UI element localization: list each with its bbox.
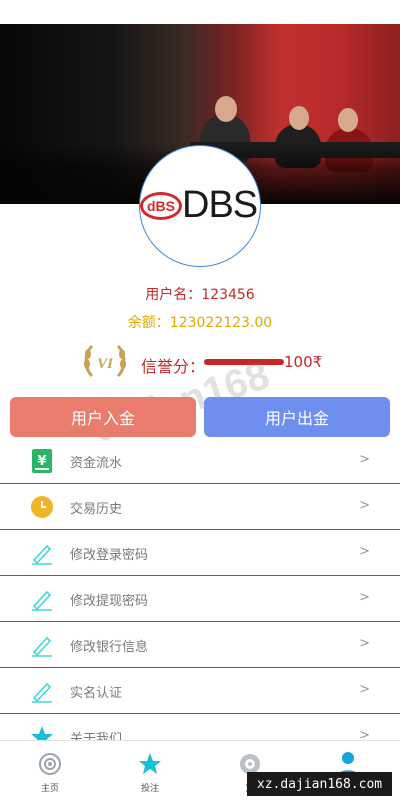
- chevron-right-icon: >: [359, 498, 370, 513]
- tab-home[interactable]: 主页: [20, 751, 80, 794]
- menu-item-label: 资金流水: [70, 456, 123, 471]
- withdraw-button[interactable]: 用户出金: [204, 397, 390, 437]
- account-menu: ¥ 资金流水 > 交易历史 > 修改登录密码 > 修改提现密码 > 修改银行信息…: [0, 438, 400, 760]
- chevron-right-icon: >: [359, 636, 370, 651]
- menu-item-change-login-password[interactable]: 修改登录密码 >: [0, 530, 400, 576]
- tab-label: 主页: [40, 784, 59, 794]
- home-icon: [37, 751, 63, 777]
- menu-item-label: 修改银行信息: [70, 640, 149, 655]
- menu-item-change-withdraw-password[interactable]: 修改提现密码 >: [0, 576, 400, 622]
- banner-person-head: [215, 96, 237, 122]
- site-watermark-badge: xz.dajian168.com: [247, 772, 392, 796]
- tab-label: 投注: [140, 784, 159, 794]
- svg-text:¥: ¥: [37, 454, 46, 469]
- pencil-icon: [30, 633, 54, 657]
- menu-item-real-name-verification[interactable]: 实名认证 >: [0, 668, 400, 714]
- deposit-button[interactable]: 用户入金: [10, 397, 196, 437]
- menu-item-label: 修改提现密码: [70, 594, 149, 609]
- chevron-right-icon: >: [359, 452, 370, 467]
- clock-icon: [30, 495, 54, 519]
- logo-mark: dBS: [140, 192, 182, 220]
- balance-text: 余额：123022123.00: [127, 315, 273, 331]
- brand-logo: dBS DBS: [139, 145, 261, 267]
- pencil-icon: [30, 541, 54, 565]
- chevron-right-icon: >: [359, 590, 370, 605]
- logo-text: DBS: [182, 184, 258, 226]
- menu-item-fund-flow[interactable]: ¥ 资金流水 >: [0, 438, 400, 484]
- menu-item-label: 修改登录密码: [70, 548, 149, 563]
- vip-level: VI: [97, 356, 114, 372]
- tab-bet[interactable]: 投注: [120, 751, 180, 794]
- vip-laurel-icon: VI: [84, 344, 126, 378]
- menu-item-change-bank-info[interactable]: 修改银行信息 >: [0, 622, 400, 668]
- menu-item-label: 实名认证: [70, 686, 123, 701]
- yen-document-icon: ¥: [30, 449, 54, 473]
- menu-item-label: 交易历史: [70, 502, 123, 517]
- menu-item-trade-history[interactable]: 交易历史 >: [0, 484, 400, 530]
- credit-score: 100₹: [284, 353, 323, 371]
- star-icon: [137, 751, 163, 777]
- banner-person-head: [338, 108, 358, 132]
- banner-person-head: [289, 106, 309, 130]
- status-strip: [0, 0, 400, 24]
- username-text: 用户名：123456: [145, 287, 255, 303]
- pencil-icon: [30, 679, 54, 703]
- chevron-right-icon: >: [359, 682, 370, 697]
- chevron-right-icon: >: [359, 544, 370, 559]
- pencil-icon: [30, 587, 54, 611]
